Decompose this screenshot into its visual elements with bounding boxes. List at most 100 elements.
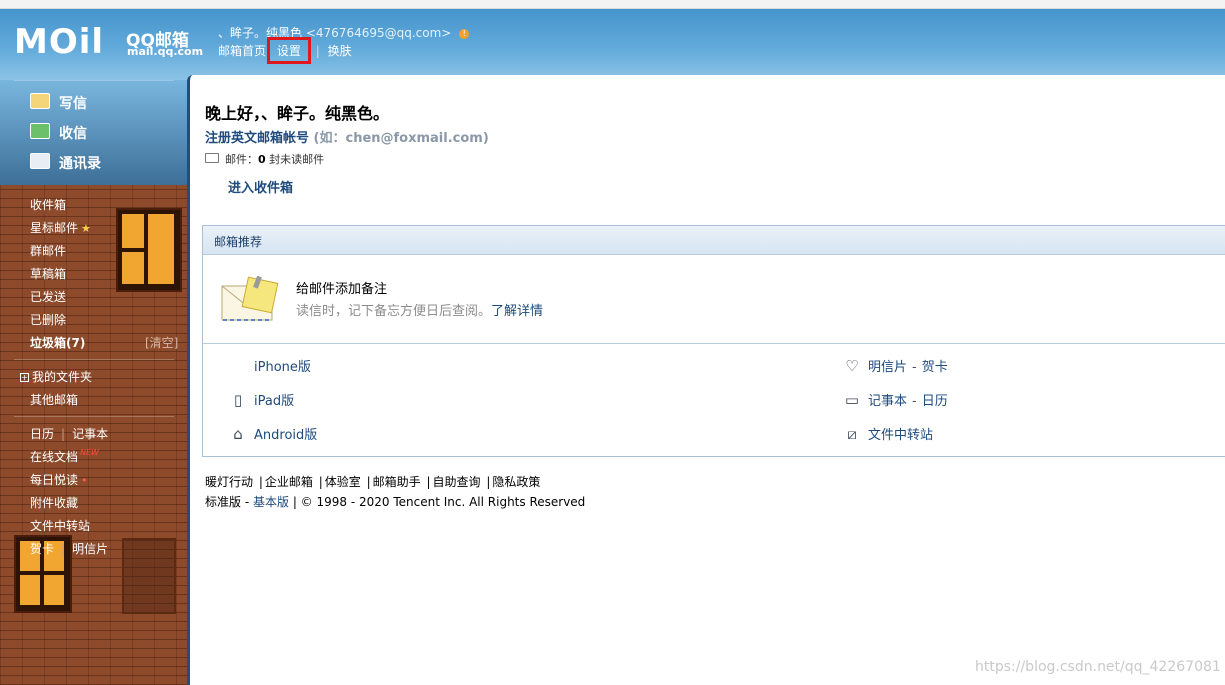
android-label: Android版 [254,428,318,443]
app-daily-reading-label: 每日悦读 [30,473,79,487]
contacts-label: 通讯录 [59,156,101,172]
nav-settings[interactable]: 设置 [266,37,311,64]
folder-spam-label: 垃圾箱(7) [30,336,86,350]
enter-inbox-link[interactable]: 进入收件箱 [228,177,293,196]
logo-mark: MOil [14,22,105,62]
compose-icon [30,93,50,109]
app-file-transfer[interactable]: 文件中转站 [30,517,90,534]
learn-more-link[interactable]: 了解详情 [491,304,543,319]
register-hint: (如：chen@foxmail.com) [313,131,489,146]
alert-icon[interactable]: ! [459,28,470,39]
mail-note-icon [221,276,279,321]
recommend-header [203,226,1225,255]
my-folders-label: 我的文件夹 [32,370,93,384]
watermark: https://blog.csdn.net/qq_42267081 [975,659,1221,675]
folder-sent[interactable]: 已发送 [30,288,66,305]
compose-button[interactable]: 写信 [30,93,87,113]
other-mailbox[interactable]: 其他邮箱 [30,391,78,408]
folder-group[interactable]: 群邮件 [30,242,66,259]
recommend-panel: 邮箱推荐 给邮件添加备注 读信时，记下备忘方便日后查阅。了解详情 iPhone版… [202,225,1225,457]
heart-icon: ♡ [845,357,859,375]
calendar-link[interactable]: 日历 [922,394,948,409]
envelope-icon [205,153,219,163]
mail-status: 邮件：0 封未读邮件 [205,151,324,167]
app-postcard[interactable]: 明信片 [72,542,108,556]
app-daily-reading[interactable]: 每日悦读 • [30,471,88,488]
folder-inbox[interactable]: 收件箱 [30,196,66,213]
contacts-icon [30,153,50,169]
nav-mail-home[interactable]: 邮箱首页 [218,44,266,58]
recommend-divider [203,343,1225,344]
register-english-account-link[interactable]: 注册英文邮箱帐号 (如：chen@foxmail.com) [205,127,489,146]
sidebar-divider [14,80,174,81]
footer-copyright: 标准版 - 基本版 | © 1998 - 2020 Tencent Inc. A… [205,495,586,509]
transfer-icon: ⧄ [847,425,857,443]
footer-link-privacy[interactable]: 隐私政策 [492,475,540,489]
postcard-link[interactable]: 明信片 [868,360,907,375]
footer-link-lab[interactable]: 体验室 [325,475,361,489]
tip-desc-text: 读信时，记下备忘方便日后查阅。 [296,304,492,319]
sidebar-divider [14,416,174,417]
footer-link-self-service[interactable]: 自助查询 [433,475,481,489]
footer-link-enterprise[interactable]: 企业邮箱 [265,475,313,489]
account-info: 、眸子。纯黑色 <476764695@qq.com> ! [218,24,470,41]
compose-label: 写信 [59,96,87,112]
iphone-version-link[interactable]: iPhone版 [229,356,311,375]
account-email: <476764695@qq.com> [305,26,452,40]
logo[interactable]: MOil QQ邮箱 mail.qq.com [14,22,203,62]
sidebar-divider [14,359,174,360]
app-calendar[interactable]: 日历 [30,427,54,441]
calendar-notepad-row: 日历 | 记事本 [30,427,109,441]
receive-button[interactable]: 收信 [30,123,87,143]
folder-starred[interactable]: 星标邮件 ★ [30,219,91,236]
app-online-docs[interactable]: 在线文档 NEW [30,448,99,465]
app-greeting-card[interactable]: 贺卡 [30,542,54,556]
recommend-title: 邮箱推荐 [214,235,263,249]
brand-domain: mail.qq.com [127,45,204,58]
browser-strip [0,0,1225,9]
app-attachments[interactable]: 附件收藏 [30,494,78,511]
receive-label: 收信 [59,126,87,142]
unread-count: 0 [258,153,266,166]
ipad-version-link[interactable]: ▯ iPad版 [229,390,294,409]
daily-reading-dot-icon: • [81,474,88,487]
greeting: 晚上好，、眸子。纯黑色。 [205,104,390,123]
folder-deleted[interactable]: 已删除 [30,311,66,328]
folder-starred-label: 星标邮件 [30,221,79,235]
copyright-text: © 1998 - 2020 Tencent Inc. All Rights Re… [300,495,586,509]
lit-window [116,208,182,292]
footer-link-warm-light[interactable]: 暖灯行动 [205,475,253,489]
android-icon: ⌂ [233,425,243,443]
contacts-button[interactable]: 通讯录 [30,153,101,173]
card-postcard-row: 贺卡 | 明信片 [30,542,109,556]
nav-skin[interactable]: 换肤 [328,44,352,58]
sidebar: ☾ 🐈 写信 收信 通讯录 收件箱 星标邮件★ 群邮件 草稿箱 已发送 已删除 … [0,80,187,685]
register-link-text: 注册英文邮箱帐号 [205,131,310,146]
notepad-link[interactable]: 记事本 [868,394,907,409]
star-icon: ★ [81,222,91,235]
clear-spam-link[interactable]: [清空] [145,334,178,351]
receive-icon [30,123,50,139]
mail-label: 邮件： [225,153,258,166]
tip-title: 给邮件添加备注 [296,282,388,297]
iphone-label: iPhone版 [254,360,311,375]
new-badge: NEW [80,448,99,457]
unread-text: 封未读邮件 [269,153,325,166]
nav-separator: | [315,44,320,58]
folder-spam[interactable]: 垃圾箱(7) [30,334,85,351]
file-transfer-label: 文件中转站 [868,428,934,443]
ipad-label: iPad版 [254,394,295,409]
app-notepad[interactable]: 记事本 [72,427,108,441]
tip-description: 读信时，记下备忘方便日后查阅。了解详情 [296,300,543,319]
dark-window [122,538,176,614]
android-version-link[interactable]: ⌂ Android版 [229,424,317,443]
my-folders-toggle[interactable]: + 我的文件夹 [20,368,92,385]
basic-edition-link[interactable]: 基本版 [253,495,289,509]
notepad-calendar-row: ▭ 记事本 - 日历 [844,391,948,409]
main-panel: 晚上好，、眸子。纯黑色。 注册英文邮箱帐号 (如：chen@foxmail.co… [187,75,1225,685]
folder-drafts[interactable]: 草稿箱 [30,265,66,282]
footer-link-assistant[interactable]: 邮箱助手 [373,475,421,489]
file-transfer-link[interactable]: ⧄ 文件中转站 [843,424,933,443]
expand-plus-icon[interactable]: + [20,373,29,382]
greeting-card-link[interactable]: 贺卡 [922,360,948,375]
